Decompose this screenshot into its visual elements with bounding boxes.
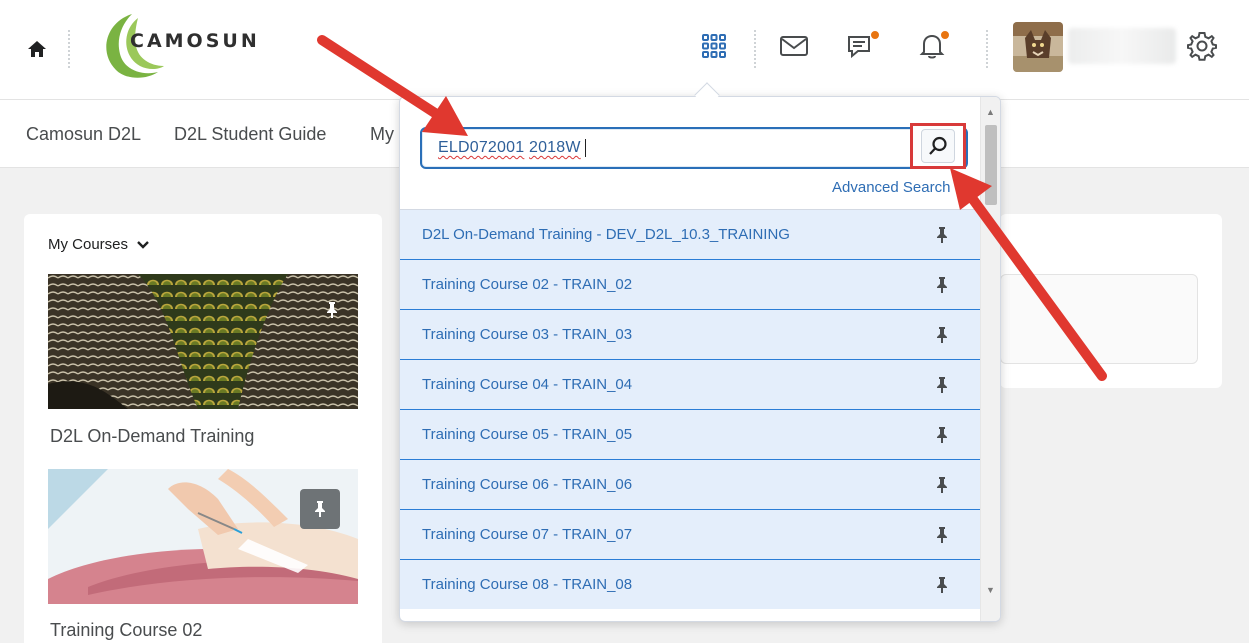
update-alerts-icon[interactable] (912, 26, 952, 66)
search-button[interactable] (910, 123, 966, 169)
course-list-item[interactable]: Training Course 08 - TRAIN_08 (400, 559, 980, 609)
course-link[interactable]: Training Course 02 - TRAIN_02 (422, 276, 632, 293)
right-widget-content (1000, 274, 1198, 364)
course-image-training-02[interactable] (48, 469, 358, 604)
scrollbar-thumb[interactable] (985, 125, 997, 205)
pin-icon[interactable] (932, 325, 952, 345)
pin-icon[interactable] (932, 375, 952, 395)
avatar[interactable] (1013, 22, 1063, 72)
text-cursor (584, 139, 586, 157)
course-list-item[interactable]: Training Course 04 - TRAIN_04 (400, 359, 980, 409)
pin-icon[interactable] (300, 489, 340, 529)
pin-icon[interactable] (932, 575, 952, 595)
pin-icon[interactable] (932, 475, 952, 495)
right-widget (1000, 214, 1222, 388)
home-icon[interactable] (26, 38, 48, 60)
course-link[interactable]: D2L On-Demand Training - DEV_D2L_10.3_TR… (422, 226, 790, 243)
divider (986, 30, 988, 68)
course-list-item[interactable]: Training Course 07 - TRAIN_07 (400, 509, 980, 559)
course-selector-grid-icon[interactable] (694, 26, 734, 66)
dropdown-scrollbar[interactable]: ▲ ▼ (980, 97, 1000, 621)
subscription-alerts-icon[interactable] (840, 26, 880, 66)
top-header: CAMOSUN (0, 0, 1249, 100)
pin-icon[interactable] (932, 425, 952, 445)
course-search-input[interactable]: ELD072001 2018W (420, 127, 968, 169)
course-list-item[interactable]: D2L On-Demand Training - DEV_D2L_10.3_TR… (400, 209, 980, 259)
search-term-1: ELD072001 (438, 139, 525, 157)
search-icon (929, 136, 947, 155)
scroll-up-arrow-icon[interactable]: ▲ (986, 107, 995, 117)
course-list-item[interactable]: Training Course 05 - TRAIN_05 (400, 409, 980, 459)
course-link[interactable]: Training Course 03 - TRAIN_03 (422, 326, 632, 343)
scroll-down-arrow-icon[interactable]: ▼ (986, 585, 995, 595)
search-term-2: 2018W (528, 139, 581, 157)
advanced-search-link[interactable]: Advanced Search (832, 179, 950, 196)
message-alerts-icon[interactable] (774, 26, 814, 66)
course-link[interactable]: Training Course 04 - TRAIN_04 (422, 376, 632, 393)
logo-wordmark: CAMOSUN (130, 30, 260, 52)
course-link[interactable]: Training Course 06 - TRAIN_06 (422, 476, 632, 493)
course-title-training-02[interactable]: Training Course 02 (50, 620, 202, 641)
user-name-blurred[interactable] (1068, 28, 1176, 64)
course-image-d2l-on-demand[interactable] (48, 274, 358, 409)
notification-badge (870, 30, 880, 40)
pin-icon[interactable] (932, 525, 952, 545)
notification-badge (940, 30, 950, 40)
pin-icon[interactable] (312, 290, 352, 330)
my-courses-title: My Courses (48, 236, 129, 253)
pin-icon[interactable] (932, 275, 952, 295)
nav-link-my[interactable]: My (370, 124, 394, 145)
course-link[interactable]: Training Course 07 - TRAIN_07 (422, 526, 632, 543)
divider (754, 30, 756, 68)
course-list-item[interactable]: Training Course 02 - TRAIN_02 (400, 259, 980, 309)
nav-link-camosun-d2l[interactable]: Camosun D2L (26, 124, 141, 145)
search-input-value: ELD072001 2018W (438, 139, 586, 157)
course-list: D2L On-Demand Training - DEV_D2L_10.3_TR… (400, 209, 980, 609)
pin-icon[interactable] (932, 225, 952, 245)
divider (68, 30, 70, 68)
course-list-item[interactable]: Training Course 06 - TRAIN_06 (400, 459, 980, 509)
settings-gear-icon[interactable] (1182, 26, 1222, 66)
nav-link-d2l-student-guide[interactable]: D2L Student Guide (174, 124, 326, 145)
course-selector-dropdown: ELD072001 2018W Advanced Search D2L On-D… (399, 96, 1001, 622)
chevron-down-icon[interactable] (136, 240, 150, 250)
course-link[interactable]: Training Course 05 - TRAIN_05 (422, 426, 632, 443)
my-courses-heading[interactable]: My Courses (48, 236, 150, 253)
course-title-d2l-on-demand[interactable]: D2L On-Demand Training (50, 426, 254, 447)
course-link[interactable]: Training Course 08 - TRAIN_08 (422, 576, 632, 593)
my-courses-widget: My Courses D2L On-Demand Training Traini… (24, 214, 382, 643)
course-list-item[interactable]: Training Course 03 - TRAIN_03 (400, 309, 980, 359)
